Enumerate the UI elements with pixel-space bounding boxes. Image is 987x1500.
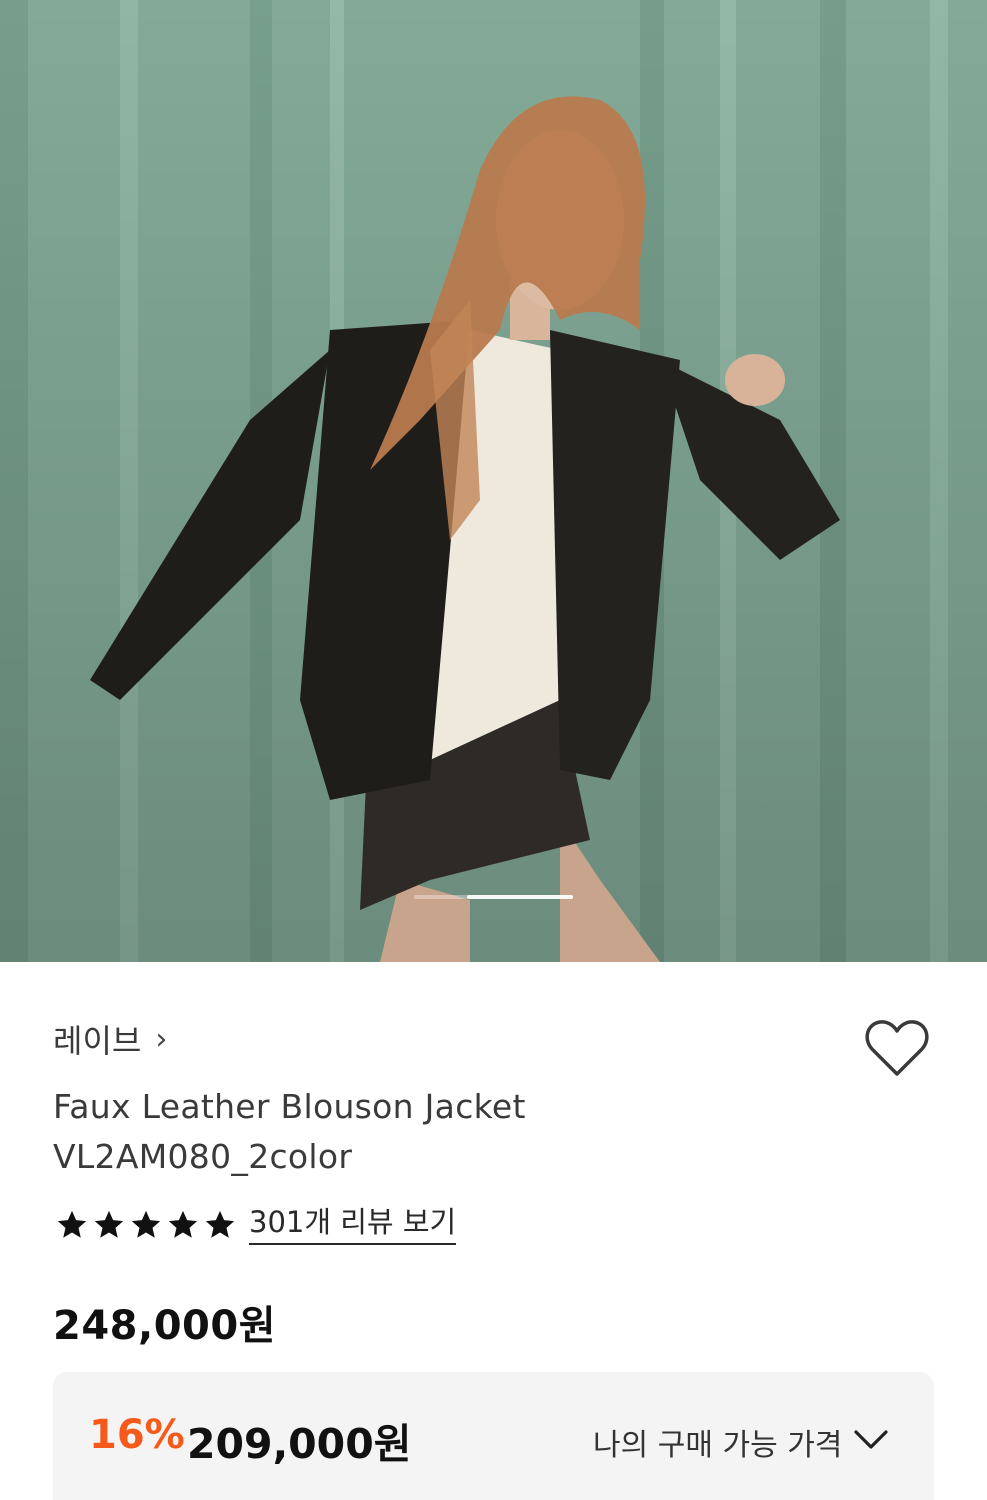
heart-outline-icon [865, 1020, 929, 1076]
product-title: Faux Leather Blouson Jacket VL2AM080_2co… [53, 1087, 526, 1176]
product-detail-page: 레이브 › Faux Leather Blouson Jacket VL2AM0… [0, 0, 987, 1500]
carousel-progress-indicator [414, 895, 573, 899]
star-icon [168, 1210, 198, 1238]
product-photo [0, 0, 987, 962]
my-price-label: 나의 구매 가능 가격 [593, 1428, 843, 1463]
chevron-right-icon: › [155, 1021, 168, 1057]
star-icon [205, 1210, 235, 1238]
sale-price: 209,000원 [187, 1420, 412, 1468]
rating-row: 301개 리뷰 보기 [55, 1203, 457, 1247]
star-icon [94, 1210, 124, 1238]
chevron-down-icon [854, 1430, 888, 1449]
review-link[interactable]: 301개 리뷰 보기 [249, 1205, 457, 1245]
brand-name: 레이브 [53, 1022, 142, 1060]
star-icon [57, 1210, 87, 1238]
my-price-dropdown[interactable]: 16% 209,000원 나의 구매 가능 가격 [53, 1372, 934, 1500]
wishlist-button[interactable] [864, 1018, 930, 1078]
original-price: 248,000원 [53, 1303, 276, 1349]
rating-stars [55, 1208, 237, 1242]
carousel-progress-thumb [467, 895, 573, 899]
brand-link[interactable]: 레이브 › [53, 1016, 167, 1062]
discount-percent: 16% [89, 1412, 185, 1458]
star-icon [131, 1210, 161, 1238]
product-image-carousel[interactable] [0, 0, 987, 962]
